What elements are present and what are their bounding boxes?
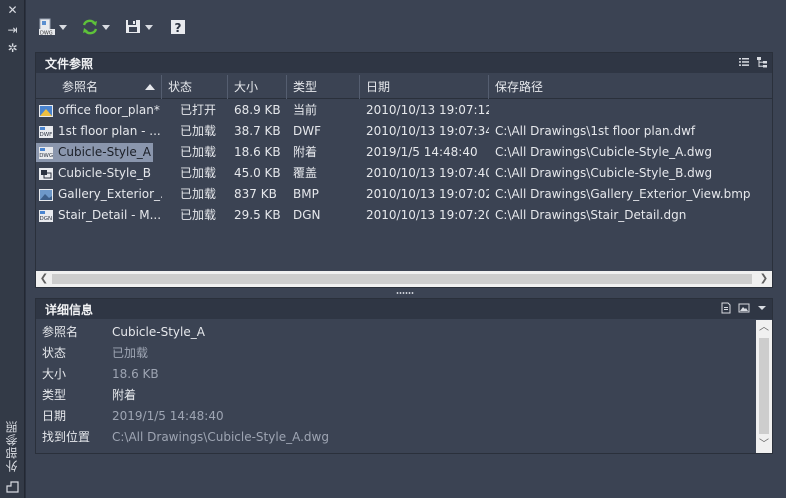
palette-side-strip: ✕ ⇥ ✲ 外部参照: [0, 0, 25, 498]
svg-text:DWG: DWG: [40, 31, 53, 37]
svg-text:DGN: DGN: [40, 216, 53, 222]
table-row[interactable]: DWF 1st floor plan - ... 已加载 38.7 KB DWF…: [36, 121, 772, 142]
panel-splitter[interactable]: [35, 288, 773, 298]
details-title: 详细信息: [45, 302, 94, 317]
svg-text:DWF: DWF: [40, 132, 53, 138]
change-path-button[interactable]: [122, 16, 155, 38]
dgn-file-icon: DGN: [38, 209, 54, 223]
file-references-column-headers: 参照名 状态 大小 类型 日期 保存路径: [36, 75, 772, 99]
attach-dwg-icon: DWG: [38, 18, 56, 37]
scrollbar-thumb[interactable]: [759, 338, 769, 434]
help-icon: ?: [169, 18, 187, 36]
change-path-icon: [124, 18, 142, 36]
xref-toolbar: DWG ?: [36, 16, 189, 38]
column-header-name[interactable]: 参照名: [36, 75, 162, 99]
scroll-up-icon[interactable]: ︿: [756, 320, 772, 336]
column-header-date[interactable]: 日期: [360, 75, 489, 99]
palette-title: 外部参照: [5, 420, 19, 472]
chevron-down-icon[interactable]: [102, 24, 110, 30]
horizontal-scrollbar[interactable]: ❮ ❯: [36, 271, 772, 287]
refresh-icon: [81, 18, 99, 36]
details-view-icon[interactable]: [720, 302, 732, 314]
properties-icon[interactable]: ✲: [6, 42, 19, 55]
scrollbar-thumb[interactable]: [52, 274, 752, 284]
xref-palette: DWG ? 文件参照 参照名 状态 大小 类型 日期 保存路径 office f…: [26, 0, 786, 498]
table-row[interactable]: DWG Cubicle-Style_A 已加载 18.6 KB 附着 2019/…: [36, 142, 772, 163]
drawing-current-icon: [38, 104, 54, 118]
vertical-scrollbar[interactable]: ︿ ﹀: [756, 320, 772, 453]
attach-dwg-button[interactable]: DWG: [36, 16, 69, 38]
details-row-name: 参照名 Cubicle-Style_A: [42, 324, 205, 340]
chevron-down-icon[interactable]: [145, 24, 153, 30]
scroll-right-icon[interactable]: ❯: [756, 271, 772, 287]
scroll-down-icon[interactable]: ﹀: [756, 437, 772, 453]
file-references-list: office floor_plan* 已打开 68.9 KB 当前 2010/1…: [36, 100, 772, 226]
details-row-found-at: 找到位置 C:\All Drawings\Cubicle-Style_A.dwg: [42, 429, 329, 445]
palette-anchor-icon[interactable]: [6, 480, 19, 493]
file-references-title: 文件参照: [45, 56, 94, 71]
tree-view-icon[interactable]: [756, 56, 768, 68]
file-references-header[interactable]: 文件参照: [36, 53, 772, 73]
details-grid: 参照名 Cubicle-Style_A 状态 已加载 大小 18.6 KB 类型…: [36, 321, 756, 447]
scroll-left-icon[interactable]: ❮: [36, 271, 52, 287]
auto-hide-icon[interactable]: ⇥: [6, 24, 19, 37]
close-icon[interactable]: ✕: [6, 4, 19, 17]
sort-ascending-icon: [145, 84, 155, 90]
table-row[interactable]: office floor_plan* 已打开 68.9 KB 当前 2010/1…: [36, 100, 772, 121]
dwg-file-icon: DWG: [38, 146, 54, 160]
list-view-icon[interactable]: [738, 56, 750, 68]
details-row-date: 日期 2019/1/5 14:48:40: [42, 408, 224, 424]
details-row-size: 大小 18.6 KB: [42, 366, 159, 382]
chevron-down-icon[interactable]: [59, 24, 67, 30]
table-row[interactable]: Gallery_Exterior_... 已加载 837 KB BMP 2010…: [36, 184, 772, 205]
svg-text:DWG: DWG: [39, 153, 53, 159]
refresh-button[interactable]: [79, 16, 112, 38]
grip-icon: [396, 292, 414, 294]
dwg-overlay-icon: [38, 167, 54, 181]
details-header[interactable]: 详细信息: [36, 299, 772, 319]
help-button[interactable]: ?: [167, 16, 189, 38]
image-file-icon: [38, 188, 54, 202]
chevron-down-icon[interactable]: [756, 302, 768, 314]
table-row[interactable]: DGN Stair_Detail - M... 已加载 29.5 KB DGN …: [36, 205, 772, 226]
details-row-status: 状态 已加载: [42, 346, 149, 360]
file-references-panel: 文件参照 参照名 状态 大小 类型 日期 保存路径 office floor_p…: [35, 52, 773, 288]
svg-text:?: ?: [175, 21, 182, 35]
details-row-type: 类型 附着: [42, 388, 137, 402]
preview-icon[interactable]: [738, 302, 750, 314]
column-header-type[interactable]: 类型: [287, 75, 360, 99]
column-header-status[interactable]: 状态: [162, 75, 228, 99]
dwf-file-icon: DWF: [38, 125, 54, 139]
table-row[interactable]: Cubicle-Style_B 已加载 45.0 KB 覆盖 2010/10/1…: [36, 163, 772, 184]
column-header-size[interactable]: 大小: [228, 75, 287, 99]
column-header-saved-path[interactable]: 保存路径: [489, 75, 772, 99]
details-panel: 详细信息 参照名 Cubicle-Style_A 状态 已加载 大小 18.6 …: [35, 298, 773, 454]
